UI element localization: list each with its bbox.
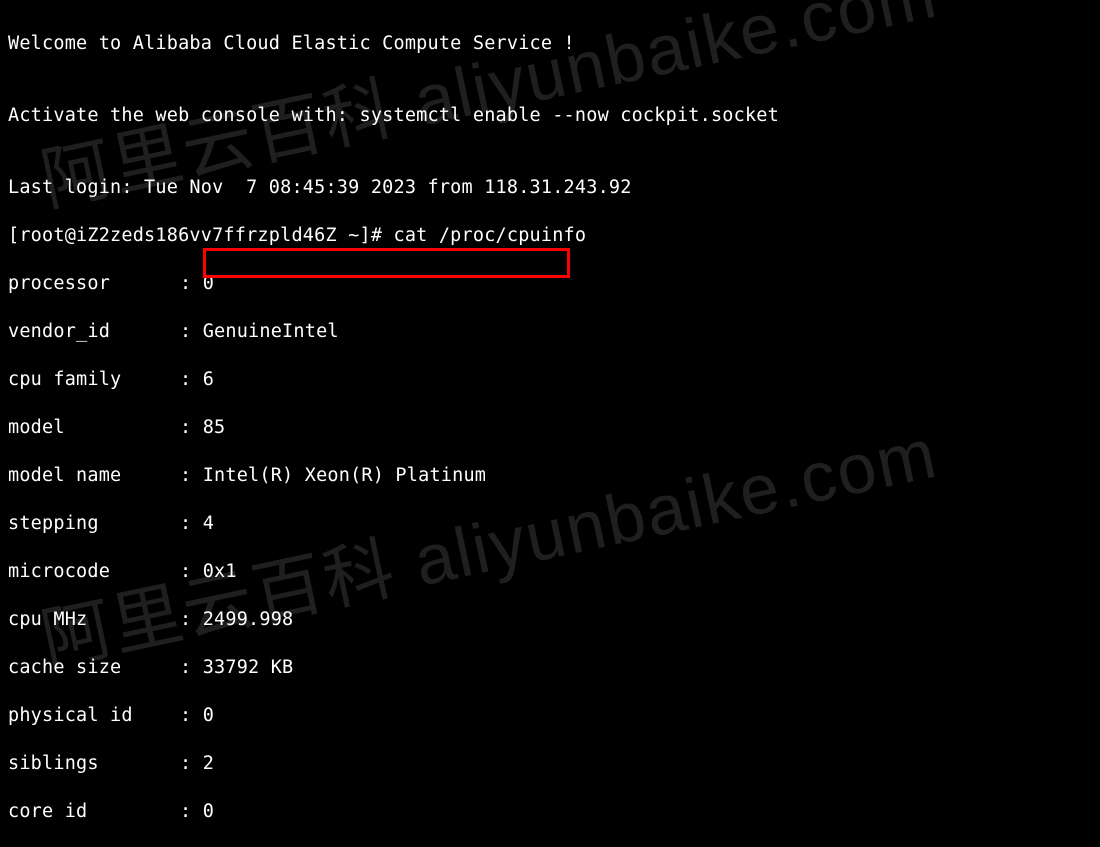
cpuinfo-processor: processor: 0 <box>8 272 1092 296</box>
value: GenuineIntel <box>203 321 339 342</box>
value: 6 <box>203 369 214 390</box>
separator: : <box>180 705 203 726</box>
label: cache size <box>8 656 180 680</box>
separator: : <box>180 609 203 630</box>
label: processor <box>8 272 180 296</box>
label: model <box>8 416 180 440</box>
separator: : <box>180 513 203 534</box>
label: model name <box>8 464 180 488</box>
cpuinfo-microcode: microcode: 0x1 <box>8 560 1092 584</box>
value: 85 <box>203 417 226 438</box>
cpuinfo-cache-size: cache size: 33792 KB <box>8 656 1092 680</box>
value: 0 <box>203 801 214 822</box>
separator: : <box>180 657 203 678</box>
separator: : <box>180 273 203 294</box>
label: cpu MHz <box>8 608 180 632</box>
value: 0 <box>203 705 214 726</box>
cpuinfo-physical-id: physical id: 0 <box>8 704 1092 728</box>
separator: : <box>180 465 203 486</box>
activate-line: Activate the web console with: systemctl… <box>8 104 1092 128</box>
value: 0x1 <box>203 561 237 582</box>
cpuinfo-siblings: siblings: 2 <box>8 752 1092 776</box>
separator: : <box>180 321 203 342</box>
cpuinfo-core-id: core id: 0 <box>8 800 1092 824</box>
value: 33792 KB <box>203 657 294 678</box>
value: 4 <box>203 513 214 534</box>
value: Intel(R) Xeon(R) Platinum <box>203 465 486 486</box>
separator: : <box>180 417 203 438</box>
prompt-line[interactable]: [root@iZ2zeds186vv7ffrzpld46Z ~]# cat /p… <box>8 224 1092 248</box>
label: microcode <box>8 560 180 584</box>
label: physical id <box>8 704 180 728</box>
separator: : <box>180 753 203 774</box>
label: stepping <box>8 512 180 536</box>
cpuinfo-model-name: model name: Intel(R) Xeon(R) Platinum <box>8 464 1092 488</box>
label: vendor_id <box>8 320 180 344</box>
cpuinfo-stepping: stepping: 4 <box>8 512 1092 536</box>
value: 2 <box>203 753 214 774</box>
separator: : <box>180 561 203 582</box>
last-login-line: Last login: Tue Nov 7 08:45:39 2023 from… <box>8 176 1092 200</box>
separator: : <box>180 801 203 822</box>
label: siblings <box>8 752 180 776</box>
separator: : <box>180 369 203 390</box>
terminal-output: Welcome to Alibaba Cloud Elastic Compute… <box>0 0 1100 847</box>
value: 2499.998 <box>203 609 294 630</box>
cpuinfo-vendor-id: vendor_id: GenuineIntel <box>8 320 1092 344</box>
cpuinfo-cpu-family: cpu family: 6 <box>8 368 1092 392</box>
welcome-line: Welcome to Alibaba Cloud Elastic Compute… <box>8 32 1092 56</box>
label: core id <box>8 800 180 824</box>
value: 0 <box>203 273 214 294</box>
label: cpu family <box>8 368 180 392</box>
cpuinfo-cpu-mhz: cpu MHz: 2499.998 <box>8 608 1092 632</box>
cpuinfo-model: model: 85 <box>8 416 1092 440</box>
